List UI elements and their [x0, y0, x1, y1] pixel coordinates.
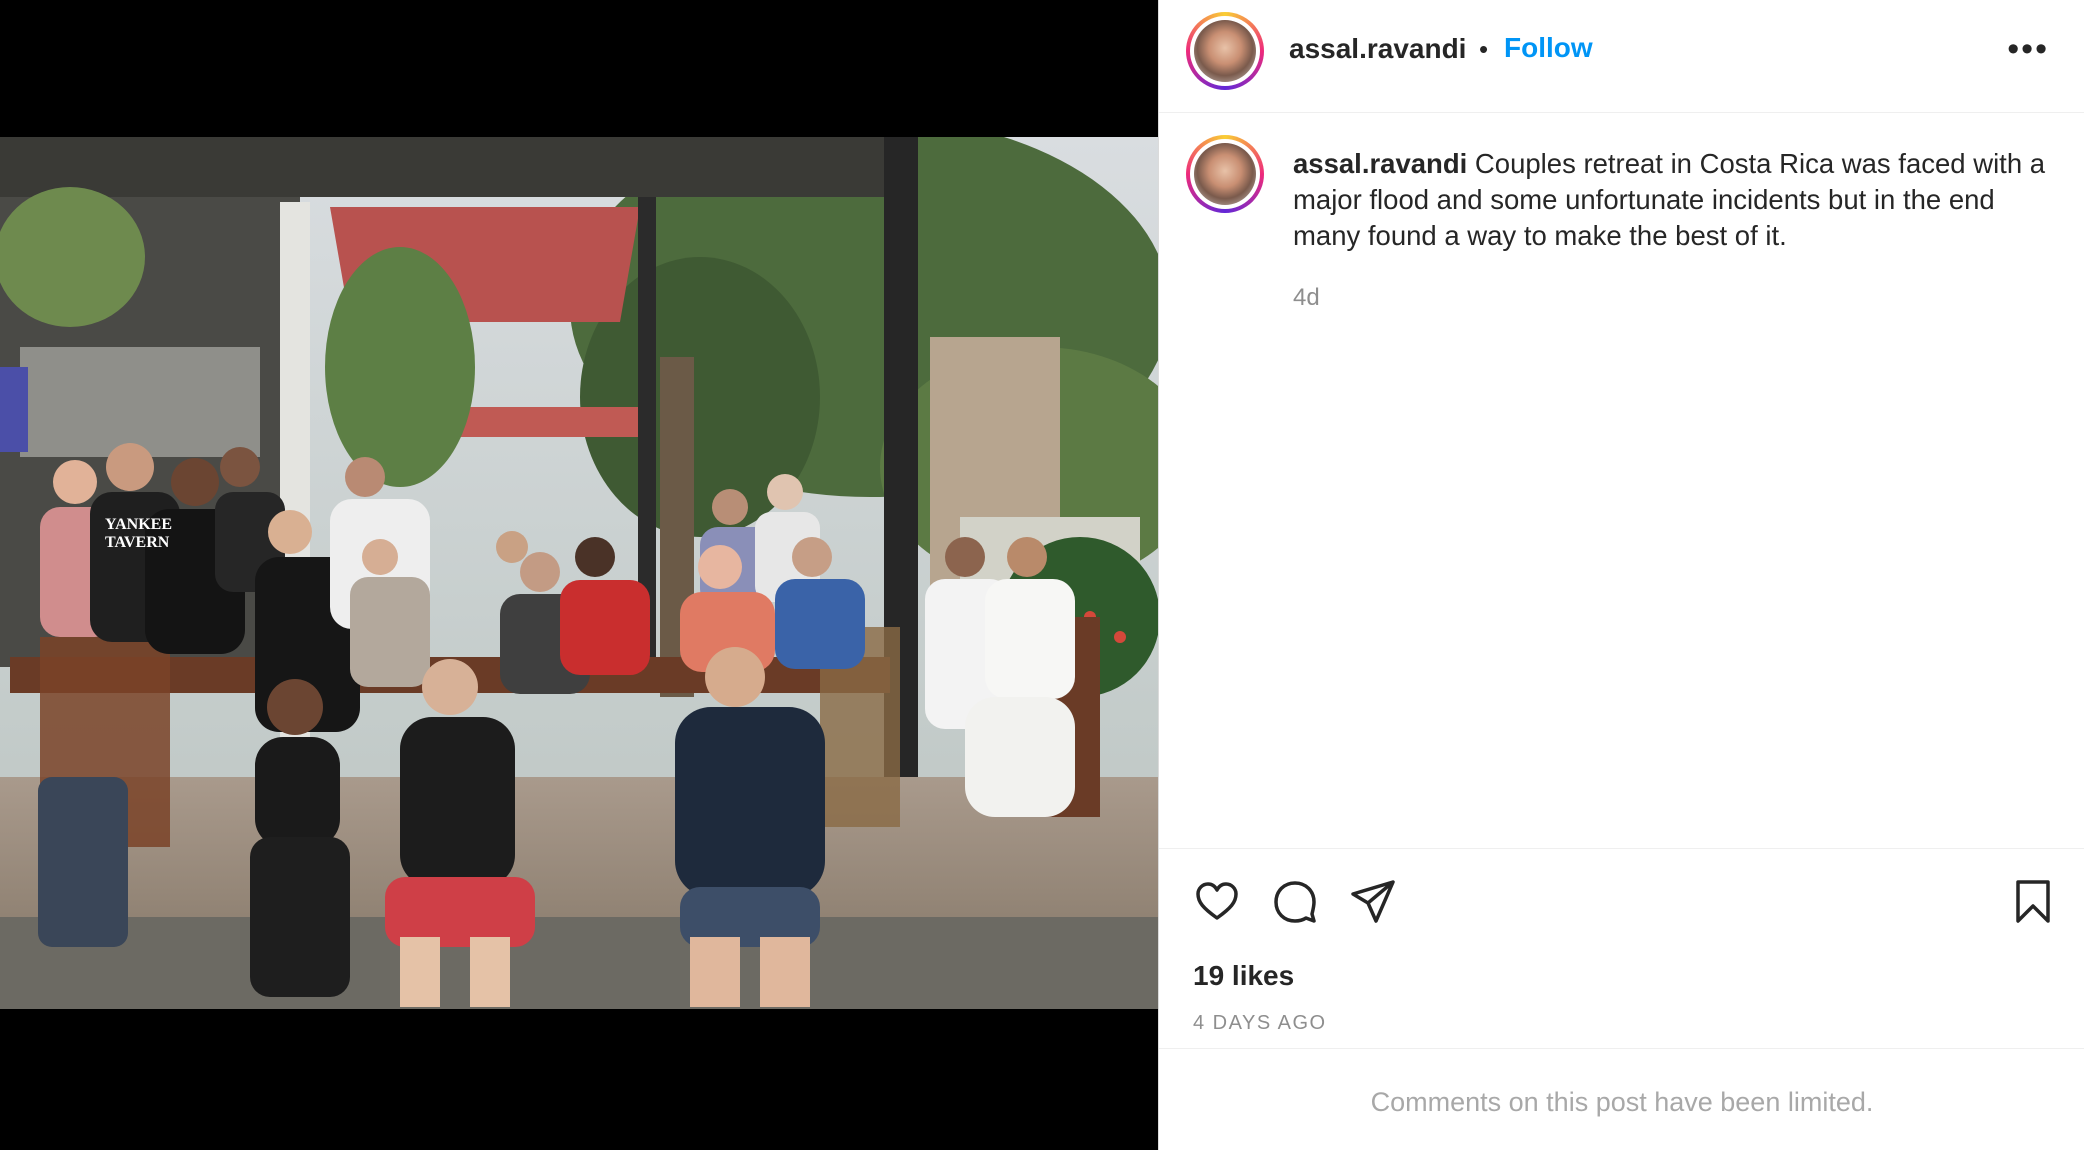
header-separator: • [1479, 34, 1489, 64]
follow-button[interactable]: Follow [1504, 32, 1593, 64]
post-header: assal.ravandi • Follow ••• [1159, 0, 2084, 113]
likes-count[interactable]: 19 likes [1193, 960, 1294, 992]
group-photo-illustration: YANKEE TAVERN [0, 137, 1158, 1009]
more-options-icon[interactable]: ••• [2007, 30, 2049, 69]
caption-avatar[interactable] [1186, 135, 1264, 213]
caption-timestamp[interactable]: 4d [1293, 284, 1320, 312]
comment-icon[interactable] [1271, 877, 1319, 925]
post-side-panel: assal.ravandi • Follow ••• assal.ravandi… [1158, 0, 2084, 1150]
post-media-pane: YANKEE TAVERN [0, 0, 1158, 1150]
avatar-image [1194, 143, 1256, 205]
header-avatar[interactable] [1186, 12, 1264, 90]
shirt-text-line1: YANKEE [105, 516, 172, 533]
avatar-image [1194, 20, 1256, 82]
caption-text: assal.ravandi Couples retreat in Costa R… [1293, 146, 2053, 254]
header-username[interactable]: assal.ravandi [1289, 33, 1466, 65]
caption-block: assal.ravandi Couples retreat in Costa R… [1159, 113, 2084, 848]
post-date[interactable]: 4 DAYS AGO [1193, 1012, 1327, 1035]
bookmark-icon[interactable] [2009, 877, 2057, 925]
shirt-text-line2: TAVERN [105, 534, 170, 551]
comments-limited-notice: Comments on this post have been limited. [1159, 1048, 2084, 1150]
post-actions: 19 likes 4 DAYS AGO [1159, 848, 2084, 1048]
send-icon[interactable] [1349, 877, 1397, 925]
post-photo[interactable]: YANKEE TAVERN [0, 137, 1158, 1009]
caption-username[interactable]: assal.ravandi [1293, 148, 1467, 179]
heart-icon[interactable] [1193, 877, 1241, 925]
